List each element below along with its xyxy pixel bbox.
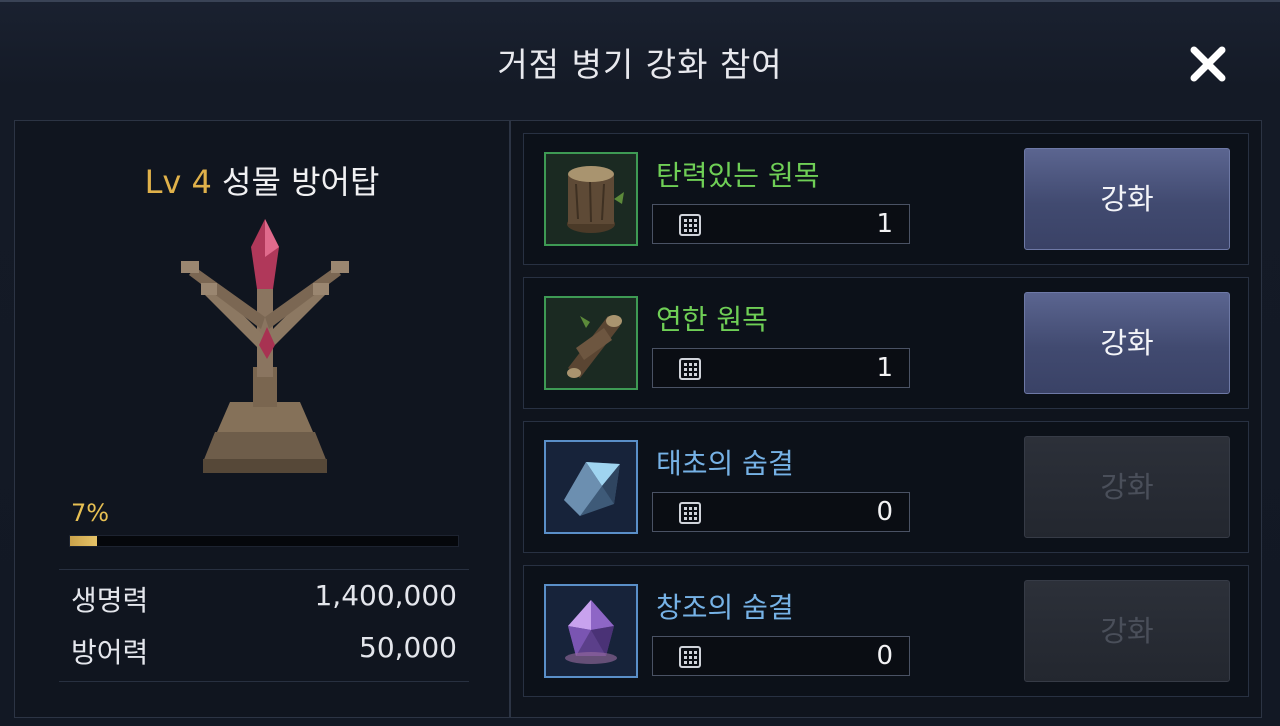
keypad-icon bbox=[679, 502, 701, 524]
material-name: 태초의 숨결 bbox=[656, 447, 794, 480]
quantity-value: 0 bbox=[876, 641, 893, 671]
close-icon bbox=[1190, 46, 1226, 82]
quantity-value: 1 bbox=[876, 353, 893, 383]
enhance-button[interactable]: 강화 bbox=[1024, 148, 1230, 250]
material-row: 연한 원목 1 강화 bbox=[523, 277, 1249, 409]
quantity-value: 1 bbox=[876, 209, 893, 239]
dialog-title: 거점 병기 강화 참여 bbox=[497, 45, 783, 84]
divider bbox=[59, 681, 469, 682]
close-button[interactable] bbox=[1186, 42, 1230, 86]
enhance-button[interactable]: 강화 bbox=[1024, 292, 1230, 394]
quantity-field[interactable]: 0 bbox=[652, 636, 910, 676]
gem-icon bbox=[544, 584, 638, 678]
stat-label: 방어력 bbox=[71, 636, 149, 669]
material-name: 탄력있는 원목 bbox=[656, 159, 820, 192]
quantity-field[interactable]: 0 bbox=[652, 492, 910, 532]
tower-title: Lv 4 성물 방어탑 bbox=[15, 157, 509, 203]
stat-value: 50,000 bbox=[359, 631, 457, 664]
materials-panel: 탄력있는 원목 1 강화 연한 원목 1 강화 태초의 숨결 0 강화 창조의 … bbox=[510, 120, 1262, 718]
material-row: 태초의 숨결 0 강화 bbox=[523, 421, 1249, 553]
stat-label: 생명력 bbox=[71, 584, 149, 617]
material-row: 창조의 숨결 0 강화 bbox=[523, 565, 1249, 697]
progress-bar-fill bbox=[70, 536, 98, 546]
defense-tower-image bbox=[181, 219, 349, 473]
crystal-shard-icon bbox=[544, 440, 638, 534]
quantity-value: 0 bbox=[876, 497, 893, 527]
stump-icon bbox=[544, 152, 638, 246]
stat-value: 1,400,000 bbox=[314, 579, 457, 612]
material-row: 탄력있는 원목 1 강화 bbox=[523, 133, 1249, 265]
material-name: 연한 원목 bbox=[656, 303, 768, 336]
divider bbox=[59, 569, 469, 570]
tower-panel: Lv 4 성물 방어탑 7% 생명력 1,400,000 방어력 50,000 bbox=[14, 120, 510, 718]
enhance-button[interactable]: 강화 bbox=[1024, 580, 1230, 682]
material-name: 창조의 숨결 bbox=[656, 591, 794, 624]
keypad-icon bbox=[679, 214, 701, 236]
keypad-icon bbox=[679, 358, 701, 380]
quantity-field[interactable]: 1 bbox=[652, 348, 910, 388]
progress-bar bbox=[69, 535, 459, 547]
tower-level: Lv 4 bbox=[144, 163, 212, 201]
log-icon bbox=[544, 296, 638, 390]
progress-percent: 7% bbox=[71, 499, 110, 527]
stat-row-hp: 생명력 1,400,000 bbox=[71, 579, 457, 619]
keypad-icon bbox=[679, 646, 701, 668]
tower-name: 성물 방어탑 bbox=[222, 163, 380, 201]
quantity-field[interactable]: 1 bbox=[652, 204, 910, 244]
enhance-button[interactable]: 강화 bbox=[1024, 436, 1230, 538]
enhance-dialog: 거점 병기 강화 참여 Lv 4 성물 방어탑 7% 생명력 1,400,000… bbox=[0, 0, 1280, 726]
stat-row-defense: 방어력 50,000 bbox=[71, 631, 457, 671]
